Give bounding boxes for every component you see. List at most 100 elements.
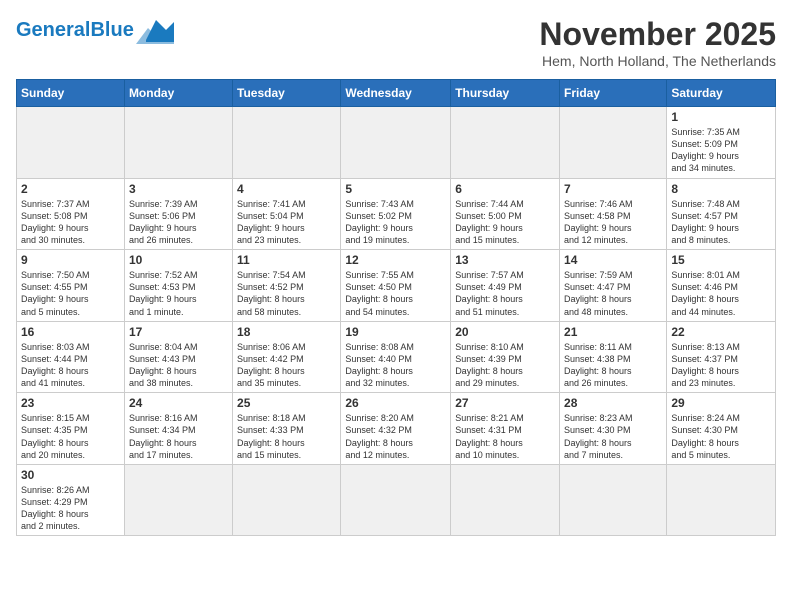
calendar-day-cell [233, 107, 341, 179]
calendar-day-cell: 16Sunrise: 8:03 AM Sunset: 4:44 PM Dayli… [17, 321, 125, 393]
calendar-day-cell: 27 Sunrise: 8:21 AM Sunset: 4:31 PM Dayli… [451, 393, 560, 465]
title-area: November 2025 Hem, North Holland, The Ne… [539, 16, 776, 69]
calendar-day-cell: 10 Sunrise: 7:52 AM Sunset: 4:53 PM Dayli… [124, 250, 232, 322]
calendar-day-cell: 6 Sunrise: 7:44 AM Sunset: 5:00 PM Daylig… [451, 178, 560, 250]
day-number: 3 [129, 182, 228, 196]
day-info: Sunrise: 7:35 AM Sunset: 5:09 PM Dayligh… [671, 126, 771, 175]
calendar-day-cell: 19Sunrise: 8:08 AM Sunset: 4:40 PM Dayli… [341, 321, 451, 393]
calendar-day-cell: 3 Sunrise: 7:39 AM Sunset: 5:06 PM Daylig… [124, 178, 232, 250]
day-number: 6 [455, 182, 555, 196]
day-number: 7 [564, 182, 662, 196]
day-info: Sunrise: 7:43 AM Sunset: 5:02 PM Dayligh… [345, 198, 446, 247]
day-info: Sunrise: 7:55 AM Sunset: 4:50 PM Dayligh… [345, 269, 446, 318]
calendar-day-cell [451, 107, 560, 179]
calendar-day-cell: 5 Sunrise: 7:43 AM Sunset: 5:02 PM Daylig… [341, 178, 451, 250]
day-info: Sunrise: 8:13 AM Sunset: 4:37 PM Dayligh… [671, 341, 771, 390]
calendar-day-cell: 9 Sunrise: 7:50 AM Sunset: 4:55 PM Daylig… [17, 250, 125, 322]
calendar-week-row: 9 Sunrise: 7:50 AM Sunset: 4:55 PM Daylig… [17, 250, 776, 322]
calendar-day-cell: 28 Sunrise: 8:23 AM Sunset: 4:30 PM Dayli… [560, 393, 667, 465]
day-number: 29 [671, 396, 771, 410]
calendar-day-cell: 4Sunrise: 7:41 AM Sunset: 5:04 PM Daylig… [233, 178, 341, 250]
calendar-day-cell: 20 Sunrise: 8:10 AM Sunset: 4:39 PM Dayli… [451, 321, 560, 393]
day-info: Sunrise: 8:01 AM Sunset: 4:46 PM Dayligh… [671, 269, 771, 318]
calendar-table: SundayMondayTuesdayWednesdayThursdayFrid… [16, 79, 776, 536]
calendar-day-cell: 24 Sunrise: 8:16 AM Sunset: 4:34 PM Dayli… [124, 393, 232, 465]
calendar-week-row: 16Sunrise: 8:03 AM Sunset: 4:44 PM Dayli… [17, 321, 776, 393]
weekday-header: Thursday [451, 80, 560, 107]
calendar-day-cell: 7Sunrise: 7:46 AM Sunset: 4:58 PM Daylig… [560, 178, 667, 250]
day-info: Sunrise: 7:39 AM Sunset: 5:06 PM Dayligh… [129, 198, 228, 247]
weekday-header: Saturday [667, 80, 776, 107]
calendar-day-cell: 30 Sunrise: 8:26 AM Sunset: 4:29 PM Dayli… [17, 464, 125, 536]
day-number: 11 [237, 253, 336, 267]
weekday-header-row: SundayMondayTuesdayWednesdayThursdayFrid… [17, 80, 776, 107]
calendar-week-row: 2Sunrise: 7:37 AM Sunset: 5:08 PM Daylig… [17, 178, 776, 250]
day-info: Sunrise: 7:54 AM Sunset: 4:52 PM Dayligh… [237, 269, 336, 318]
calendar-day-cell: 15 Sunrise: 8:01 AM Sunset: 4:46 PM Dayli… [667, 250, 776, 322]
day-info: Sunrise: 7:57 AM Sunset: 4:49 PM Dayligh… [455, 269, 555, 318]
day-info: Sunrise: 7:50 AM Sunset: 4:55 PM Dayligh… [21, 269, 120, 318]
calendar-day-cell: 11 Sunrise: 7:54 AM Sunset: 4:52 PM Dayli… [233, 250, 341, 322]
day-info: Sunrise: 8:16 AM Sunset: 4:34 PM Dayligh… [129, 412, 228, 461]
day-number: 14 [564, 253, 662, 267]
day-info: Sunrise: 8:26 AM Sunset: 4:29 PM Dayligh… [21, 484, 120, 533]
calendar-day-cell [451, 464, 560, 536]
day-info: Sunrise: 8:23 AM Sunset: 4:30 PM Dayligh… [564, 412, 662, 461]
calendar-day-cell [560, 464, 667, 536]
calendar-day-cell: 25Sunrise: 8:18 AM Sunset: 4:33 PM Dayli… [233, 393, 341, 465]
day-info: Sunrise: 8:20 AM Sunset: 4:32 PM Dayligh… [345, 412, 446, 461]
location-subtitle: Hem, North Holland, The Netherlands [539, 53, 776, 69]
day-info: Sunrise: 7:41 AM Sunset: 5:04 PM Dayligh… [237, 198, 336, 247]
calendar-day-cell: 2Sunrise: 7:37 AM Sunset: 5:08 PM Daylig… [17, 178, 125, 250]
day-info: Sunrise: 8:04 AM Sunset: 4:43 PM Dayligh… [129, 341, 228, 390]
day-info: Sunrise: 7:37 AM Sunset: 5:08 PM Dayligh… [21, 198, 120, 247]
day-info: Sunrise: 8:21 AM Sunset: 4:31 PM Dayligh… [455, 412, 555, 461]
day-number: 30 [21, 468, 120, 482]
day-number: 10 [129, 253, 228, 267]
day-number: 15 [671, 253, 771, 267]
day-number: 27 [455, 396, 555, 410]
day-number: 26 [345, 396, 446, 410]
month-title: November 2025 [539, 16, 776, 53]
calendar-day-cell [667, 464, 776, 536]
calendar-day-cell [560, 107, 667, 179]
calendar-week-row: 23Sunrise: 8:15 AM Sunset: 4:35 PM Dayli… [17, 393, 776, 465]
calendar-day-cell [124, 107, 232, 179]
calendar-day-cell: 14Sunrise: 7:59 AM Sunset: 4:47 PM Dayli… [560, 250, 667, 322]
calendar-week-row: 30 Sunrise: 8:26 AM Sunset: 4:29 PM Dayli… [17, 464, 776, 536]
day-info: Sunrise: 8:06 AM Sunset: 4:42 PM Dayligh… [237, 341, 336, 390]
calendar-day-cell: 26 Sunrise: 8:20 AM Sunset: 4:32 PM Dayli… [341, 393, 451, 465]
day-number: 21 [564, 325, 662, 339]
logo-text: GeneralBlue [16, 20, 134, 40]
day-info: Sunrise: 7:44 AM Sunset: 5:00 PM Dayligh… [455, 198, 555, 247]
day-info: Sunrise: 8:08 AM Sunset: 4:40 PM Dayligh… [345, 341, 446, 390]
day-number: 9 [21, 253, 120, 267]
day-number: 18 [237, 325, 336, 339]
calendar-day-cell: 21Sunrise: 8:11 AM Sunset: 4:38 PM Dayli… [560, 321, 667, 393]
day-number: 5 [345, 182, 446, 196]
day-number: 23 [21, 396, 120, 410]
day-number: 28 [564, 396, 662, 410]
calendar-day-cell: 29 Sunrise: 8:24 AM Sunset: 4:30 PM Dayli… [667, 393, 776, 465]
day-info: Sunrise: 8:18 AM Sunset: 4:33 PM Dayligh… [237, 412, 336, 461]
day-info: Sunrise: 8:24 AM Sunset: 4:30 PM Dayligh… [671, 412, 771, 461]
weekday-header: Tuesday [233, 80, 341, 107]
day-number: 24 [129, 396, 228, 410]
page-header: GeneralBlue November 2025 Hem, North Hol… [16, 16, 776, 69]
day-number: 13 [455, 253, 555, 267]
day-number: 22 [671, 325, 771, 339]
logo-icon [136, 16, 174, 44]
calendar-day-cell [341, 464, 451, 536]
day-number: 1 [671, 110, 771, 124]
calendar-day-cell [341, 107, 451, 179]
weekday-header: Wednesday [341, 80, 451, 107]
calendar-day-cell: 12Sunrise: 7:55 AM Sunset: 4:50 PM Dayli… [341, 250, 451, 322]
day-info: Sunrise: 7:52 AM Sunset: 4:53 PM Dayligh… [129, 269, 228, 318]
weekday-header: Friday [560, 80, 667, 107]
day-info: Sunrise: 8:10 AM Sunset: 4:39 PM Dayligh… [455, 341, 555, 390]
day-number: 20 [455, 325, 555, 339]
calendar-day-cell: 22 Sunrise: 8:13 AM Sunset: 4:37 PM Dayli… [667, 321, 776, 393]
calendar-day-cell: 18 Sunrise: 8:06 AM Sunset: 4:42 PM Dayli… [233, 321, 341, 393]
day-info: Sunrise: 8:03 AM Sunset: 4:44 PM Dayligh… [21, 341, 120, 390]
calendar-day-cell: 13 Sunrise: 7:57 AM Sunset: 4:49 PM Dayli… [451, 250, 560, 322]
